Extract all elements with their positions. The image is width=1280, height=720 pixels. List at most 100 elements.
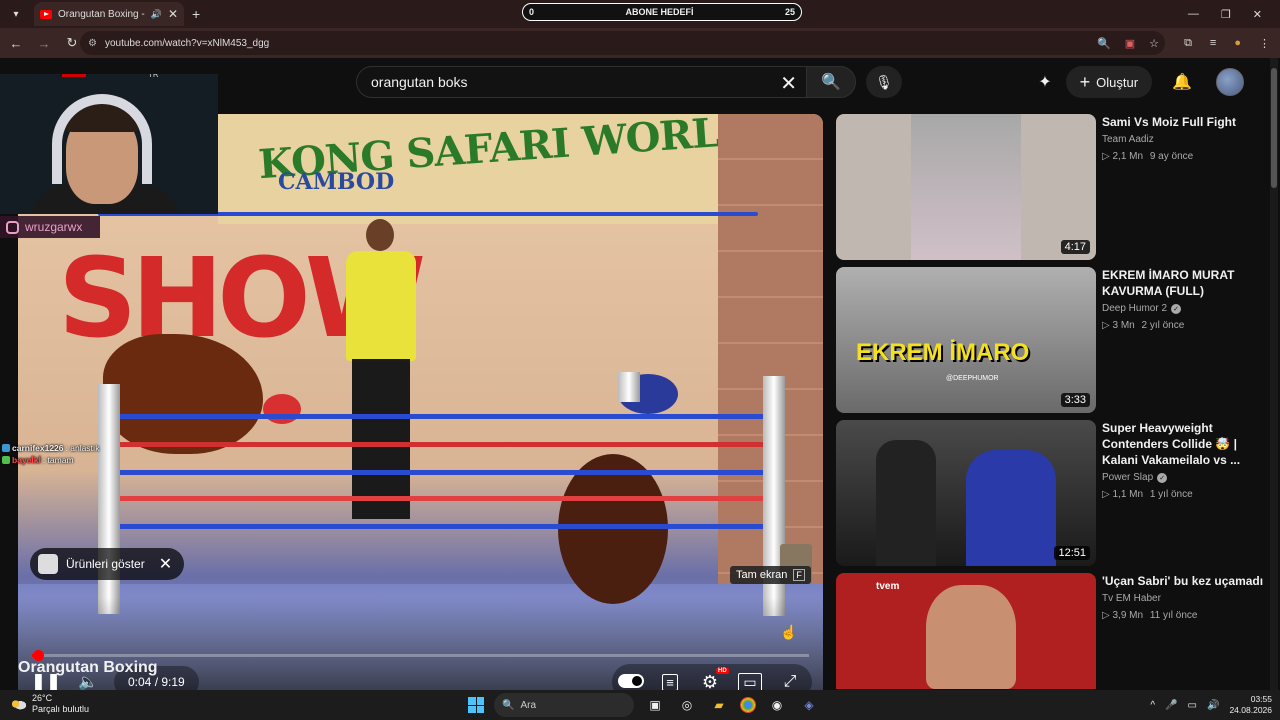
search-input[interactable]: orangutan boks ✕ [356,66,810,98]
rec-channel-row: Tv EM Haber [1102,593,1266,604]
rec-views: 3 Mn [1112,320,1135,331]
rec-meta: ▷ 3 Mn 2 yıl önce [1102,320,1266,331]
back-icon[interactable]: ← [4,36,28,51]
discord-icon[interactable]: ◈ [798,694,820,716]
clock[interactable]: 03:55 24.08.2026 [1229,694,1272,716]
create-button[interactable]: + Oluştur [1065,66,1153,98]
address-bar[interactable]: ⚙ youtube.com/watch?v=xNlM453_dgg 🔍 ▣ ☆ [80,31,1165,55]
recommended-video[interactable]: EKREM İMARO @DEEPHUMOR 3:33 EKREM İMARO … [836,267,1266,415]
webcam-label: TR [148,74,159,79]
windows-start-icon[interactable] [468,697,484,713]
new-tab-button[interactable]: + [192,6,200,22]
browser-tab[interactable]: Orangutan Boxing - YouTube 🔊 ✕ [34,2,184,26]
media-icon[interactable]: ≡ [1210,37,1216,49]
ring-rope [98,442,778,447]
speaker-icon[interactable]: 🔊 [151,9,162,20]
close-window-icon[interactable]: ✕ [1253,8,1262,21]
video-thumbnail[interactable]: EKREM İMARO @DEEPHUMOR 3:33 [836,267,1096,413]
site-info-icon[interactable]: ⚙ [88,38,97,49]
theater-icon: ▭ [738,672,762,692]
file-explorer-icon[interactable]: ▰ [708,694,730,716]
clear-search-icon[interactable]: ✕ [780,71,797,96]
goal-target: 25 [784,7,795,17]
product-thumbnail [38,554,58,574]
weather-widget[interactable]: 26°C Parçalı bulutlu [10,693,89,715]
progress-bar[interactable] [32,650,809,661]
voice-search-button[interactable]: 🎙 [866,66,902,98]
instagram-icon [6,220,19,234]
rec-meta: ▷ 2,1 Mn 9 ay önce [1102,151,1266,162]
chat-badge-icon [2,456,10,464]
video-info: Sami Vs Moiz Full Fight Team Aadiz ▷ 2,1… [1102,114,1266,162]
youtube-studio-icon[interactable]: ✦ [1038,72,1051,92]
autoplay-toggle[interactable] [618,674,644,688]
cast-icon[interactable]: ▣ [1125,37,1135,50]
notifications-bell-icon[interactable]: 🔔 [1172,72,1192,92]
video-info: EKREM İMARO MURAT KAVURMA (FULL) Deep Hu… [1102,267,1266,331]
forward-icon[interactable]: → [32,36,56,51]
chrome-icon[interactable] [740,697,756,713]
thumbnail-text: tvem [876,581,900,592]
rec-age: 9 ay önce [1149,151,1194,162]
rec-video-title[interactable]: 'Uçan Sabri' bu kez uçamadı [1102,573,1266,589]
bookmark-star-icon[interactable]: ☆ [1149,37,1159,50]
video-thumbnail[interactable]: 12:51 [836,420,1096,566]
profile-icon[interactable]: ● [1234,37,1241,49]
close-tab-icon[interactable]: ✕ [168,7,178,21]
play-icon: ▷ [1102,610,1110,621]
microphone-tray-icon[interactable]: 🎤 [1165,700,1177,711]
recommended-video[interactable]: 4:17 Sami Vs Moiz Full Fight Team Aadiz … [836,114,1266,262]
rec-channel-name[interactable]: Deep Humor 2 [1102,303,1167,314]
chat-message: carnifex1226 : anlastık [2,442,100,454]
show-products-button[interactable]: Ürünleri göster ✕ [30,548,185,580]
rec-video-title[interactable]: Sami Vs Moiz Full Fight [1102,114,1266,130]
rec-video-title[interactable]: Super Heavyweight Contenders Collide 🤯 |… [1102,420,1266,468]
search-button[interactable]: 🔍 [806,66,856,98]
rec-channel-name[interactable]: Tv EM Haber [1102,593,1161,604]
recommended-video[interactable]: tvem 'Uçan Sabri' bu kez uçamadı Tv EM H… [836,573,1266,689]
network-icon[interactable]: ▭ [1188,700,1197,711]
taskbar-search[interactable]: 🔍 Ara [494,693,634,717]
volume-tray-icon[interactable]: 🔊 [1207,700,1219,711]
streamer-webcam: TR [0,74,218,214]
current-time: 0:04 [128,675,152,689]
omnibox-actions: 🔍 ▣ ☆ [1097,31,1159,55]
rec-channel-name[interactable]: Team Aadiz [1102,134,1154,145]
rec-age: 11 yıl önce [1149,610,1198,621]
obs-icon[interactable]: ◉ [766,694,788,716]
video-duration: 3:33 [1060,393,1090,407]
play-icon: ▷ [1102,489,1110,500]
scrollbar-thumb[interactable] [1271,68,1277,188]
app-icon[interactable]: ◎ [676,694,698,716]
youtube-favicon-icon [40,9,52,19]
tab-search-button[interactable]: ▾ [4,3,28,25]
system-tray: ^ 🎤 ▭ 🔊 03:55 24.08.2026 [1150,693,1272,717]
tray-overflow-icon[interactable]: ^ [1150,700,1155,711]
restore-icon[interactable]: ❐ [1221,8,1231,21]
rec-video-title[interactable]: EKREM İMARO MURAT KAVURMA (FULL) [1102,267,1266,299]
zoom-icon[interactable]: 🔍 [1097,37,1111,50]
account-avatar[interactable] [1216,68,1244,96]
task-view-icon[interactable]: ▣ [644,694,666,716]
search-query: orangutan boks [371,74,468,90]
thumbnail-subtext: @DEEPHUMOR [946,375,999,382]
close-products-icon[interactable]: ✕ [159,554,172,574]
video-thumbnail[interactable]: 4:17 [836,114,1096,260]
rec-channel-name[interactable]: Power Slap [1102,472,1153,483]
time-separator: / [151,675,162,689]
thumbnail-figure [926,585,1016,689]
create-label: Oluştur [1096,74,1139,90]
headphones [52,94,152,184]
ring-rope [98,524,778,529]
minimize-icon[interactable]: — [1188,8,1199,20]
taskbar-apps: 🔍 Ara ▣ ◎ ▰ ◉ ◈ [468,693,820,717]
recommended-video[interactable]: 12:51 Super Heavyweight Contenders Colli… [836,420,1266,568]
extensions-icon[interactable]: ⧉ [1184,37,1192,50]
video-thumbnail[interactable]: tvem [836,573,1096,689]
mouse-cursor-icon: ☝ [780,624,798,640]
menu-icon[interactable]: ⋮ [1259,37,1270,50]
chat-badge-icon [2,444,10,452]
play-icon: ▷ [1102,320,1110,331]
video-title: Orangutan Boxing [18,659,158,676]
page-scrollbar[interactable] [1270,58,1278,690]
